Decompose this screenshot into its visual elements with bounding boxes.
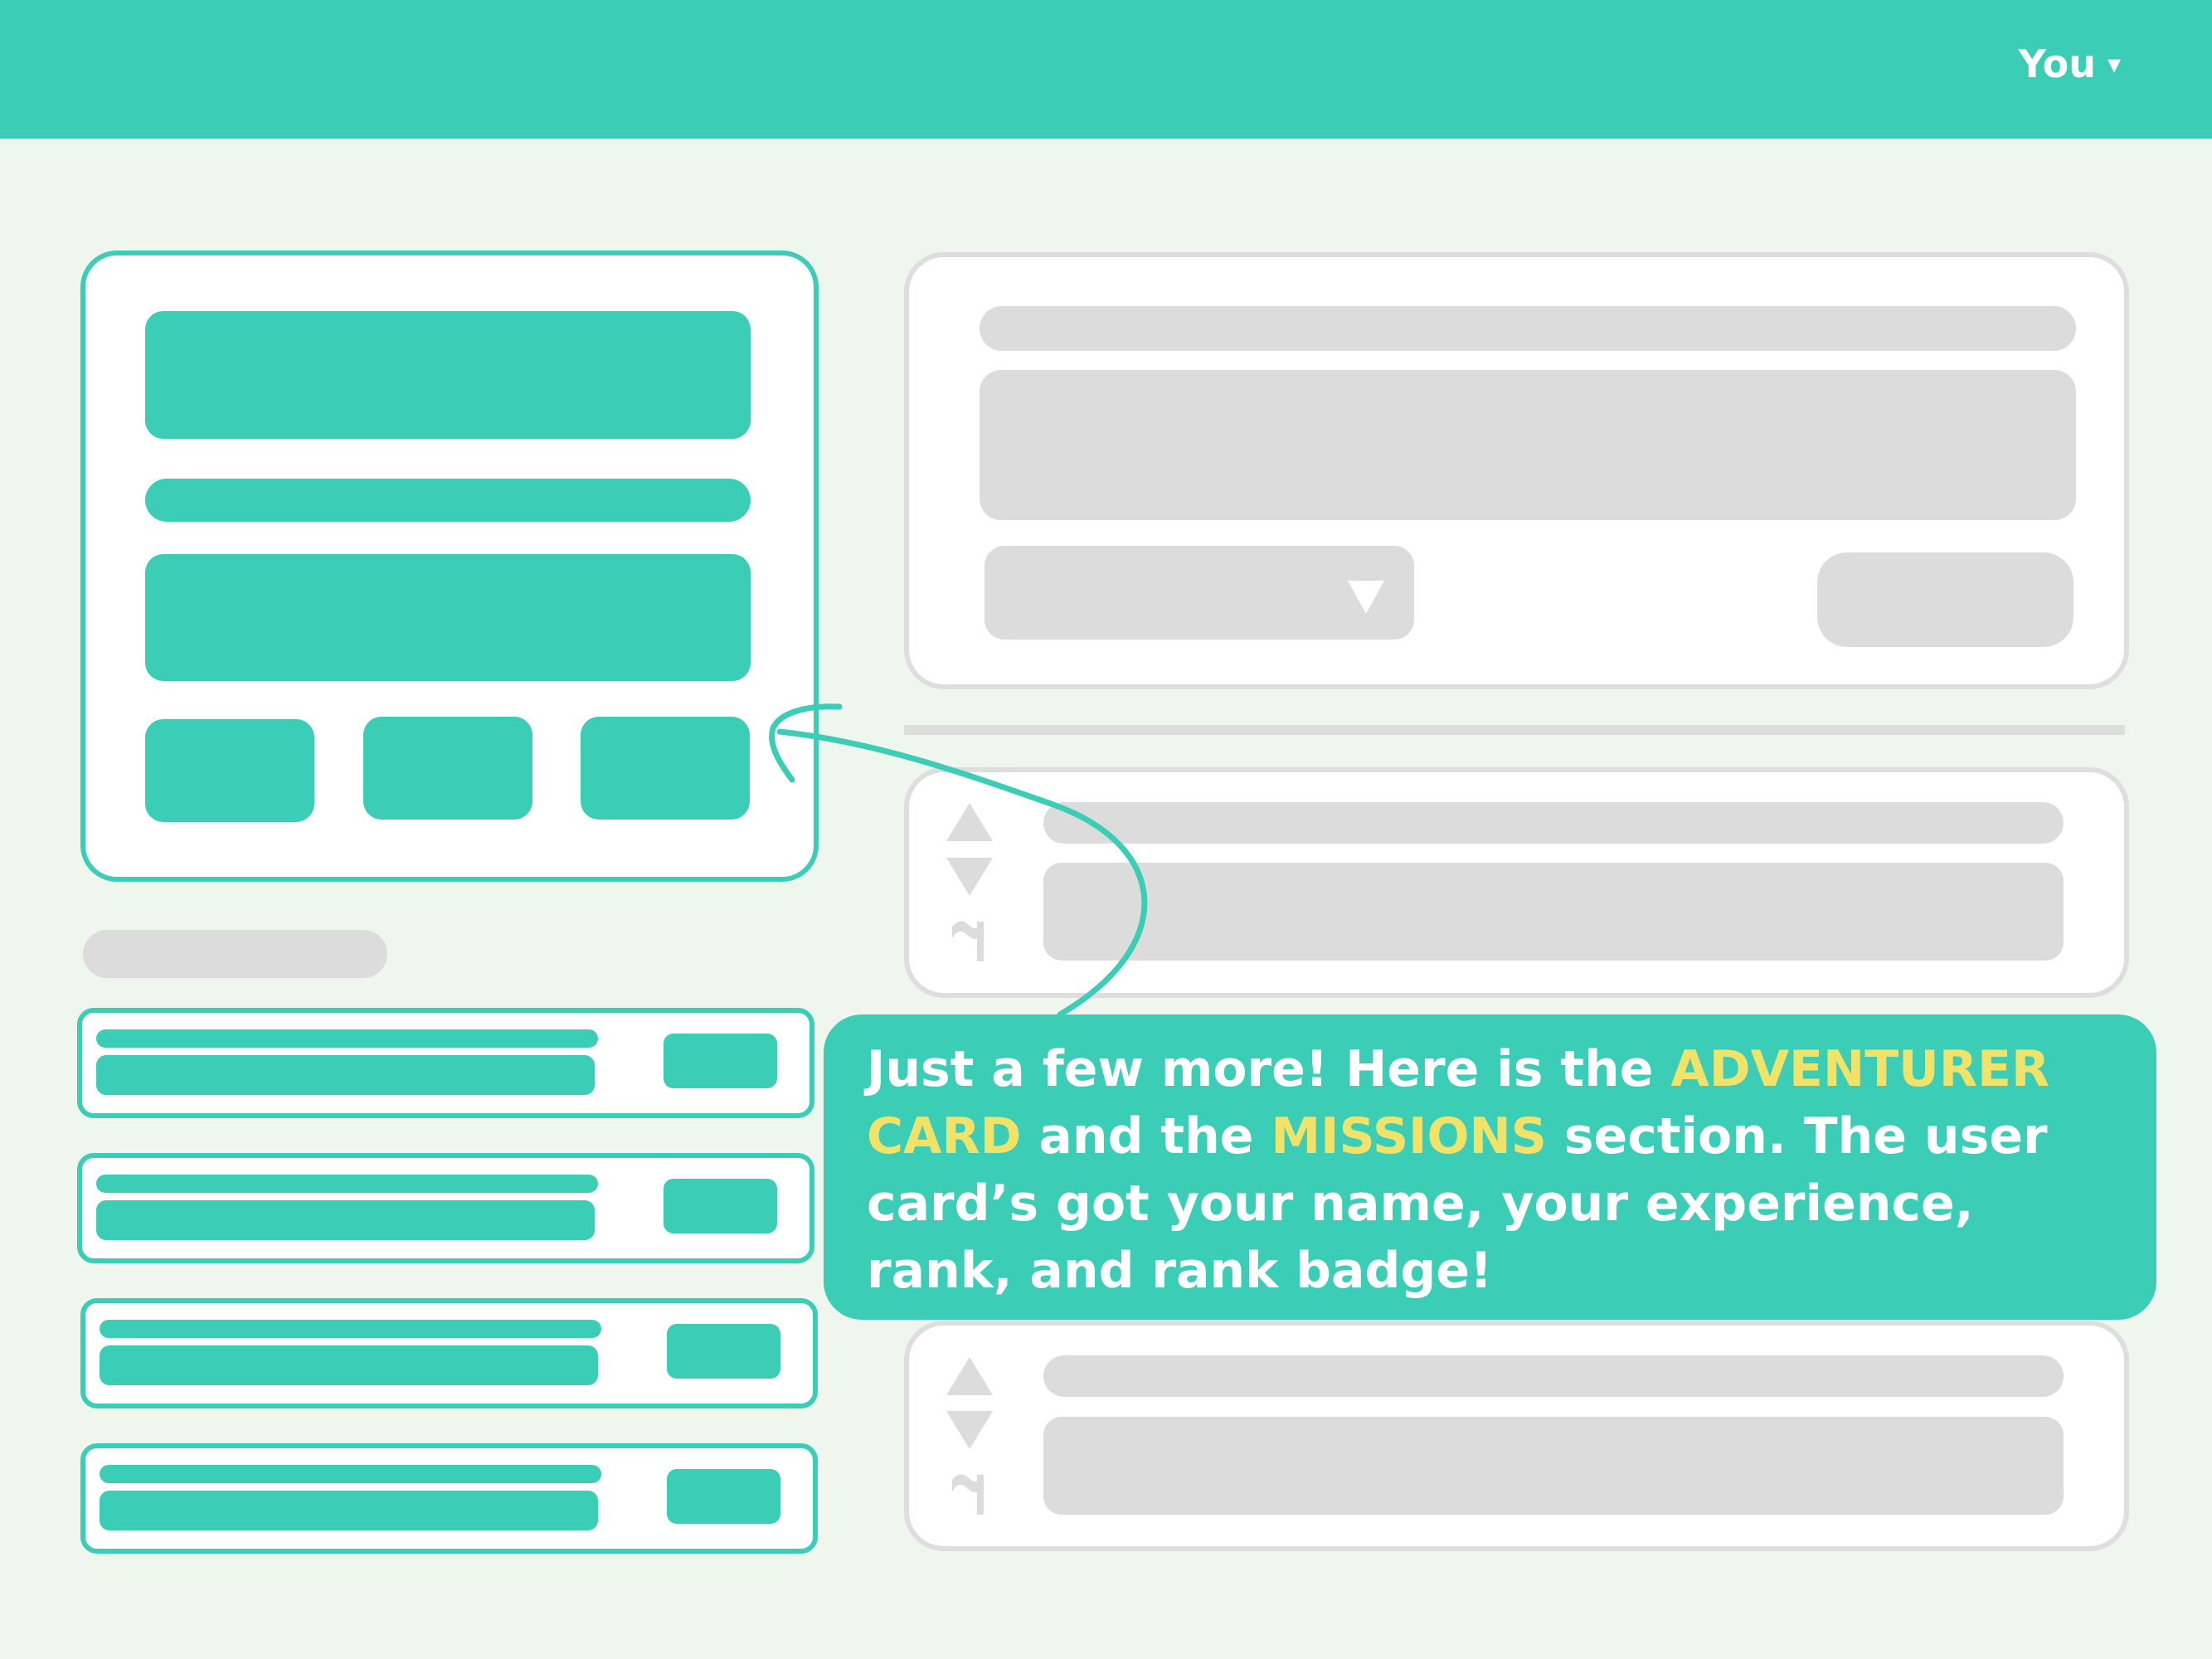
mission-desc-bar — [100, 1491, 598, 1530]
curved-arrow-icon — [769, 703, 1148, 1018]
post-body-placeholder — [1043, 863, 2064, 961]
triangle-down-icon[interactable] — [946, 1411, 993, 1449]
page: You ▾ Just a few more! Here is the ADVEN… — [0, 0, 2212, 1659]
experience-bar — [145, 479, 751, 522]
mission-desc-bar — [100, 1345, 598, 1385]
submit-button[interactable] — [1817, 552, 2073, 647]
rank-block — [145, 554, 751, 681]
adventurer-name-block — [145, 311, 751, 439]
mission-button[interactable] — [664, 1179, 777, 1233]
tooltip-text-1: Just a few more! Here is the — [867, 1040, 1671, 1098]
mission-button[interactable] — [664, 1034, 777, 1088]
card-button-3[interactable] — [581, 717, 750, 820]
tooltip-text-2: and the — [1021, 1107, 1271, 1165]
mission-title-bar — [100, 1320, 601, 1338]
chevron-down-icon: ▾ — [2107, 48, 2121, 80]
mission-title-bar — [96, 1029, 598, 1048]
onboarding-tooltip: Just a few more! Here is the ADVENTURER … — [824, 1014, 2156, 1320]
missions-heading-placeholder — [83, 930, 387, 978]
tooltip-highlight-missions: MISSIONS — [1271, 1107, 1547, 1165]
user-menu-label: You — [2018, 41, 2096, 86]
mission-title-bar — [100, 1465, 601, 1483]
post-body-input[interactable] — [980, 370, 2076, 520]
post-title-input[interactable] — [980, 306, 2076, 351]
post-body-placeholder — [1043, 1417, 2064, 1515]
mission-desc-bar — [96, 1200, 595, 1240]
flag-icon[interactable] — [946, 1463, 987, 1515]
mission-desc-bar — [96, 1055, 595, 1095]
card-button-2[interactable] — [363, 717, 532, 820]
card-button-1[interactable] — [145, 719, 314, 822]
user-menu[interactable]: You ▾ — [2019, 41, 2122, 86]
post-title-placeholder — [1043, 802, 2064, 844]
mission-button[interactable] — [667, 1469, 780, 1524]
post-title-placeholder — [1043, 1355, 2064, 1397]
triangle-up-icon[interactable] — [946, 1357, 993, 1395]
mission-button[interactable] — [667, 1324, 780, 1379]
top-bar: You ▾ — [0, 0, 2212, 139]
mission-title-bar — [96, 1175, 598, 1193]
triangle-down-icon — [1348, 581, 1384, 614]
